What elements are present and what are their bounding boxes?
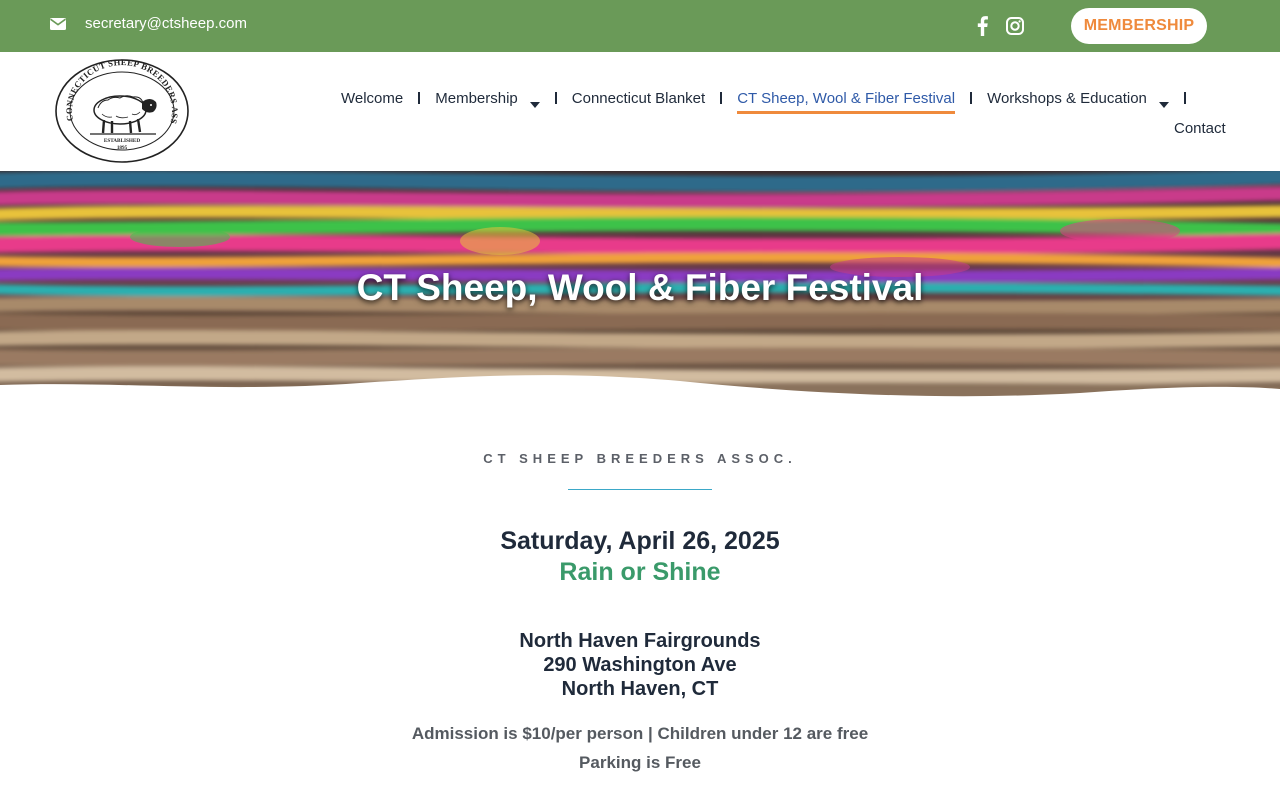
membership-button[interactable]: MEMBERSHIP bbox=[1071, 8, 1207, 44]
nav-welcome[interactable]: Welcome bbox=[341, 86, 403, 110]
nav-membership-label: Membership bbox=[435, 89, 518, 107]
nav-welcome-label: Welcome bbox=[341, 89, 404, 107]
nav-connecticut-blanket[interactable]: Connecticut Blanket bbox=[572, 86, 705, 110]
site-header: CONNECTICUT SHEEP BREEDERS ASSOCIATION, … bbox=[0, 50, 1280, 171]
venue-street: 290 Washington Ave bbox=[543, 654, 737, 676]
nav-contact[interactable]: Contact bbox=[1174, 116, 1226, 140]
association-logo[interactable]: CONNECTICUT SHEEP BREEDERS ASSOCIATION, … bbox=[50, 50, 190, 164]
nav-contact-label: Contact bbox=[1174, 119, 1226, 137]
weather-note: Rain or Shine bbox=[559, 558, 721, 586]
caret-down-icon bbox=[529, 95, 540, 108]
nav-blanket-label: Connecticut Blanket bbox=[571, 89, 706, 107]
nav-separator bbox=[554, 92, 557, 104]
caret-down-icon bbox=[1158, 95, 1169, 108]
email-text: secretary@ctsheep.com bbox=[85, 15, 247, 32]
nav-separator bbox=[1183, 92, 1186, 104]
hero-banner: CT Sheep, Wool & Fiber Festival bbox=[0, 171, 1280, 411]
email-link[interactable]: secretary@ctsheep.com bbox=[50, 15, 247, 32]
facebook-icon[interactable] bbox=[971, 15, 993, 37]
parking-info: Parking is Free bbox=[579, 753, 701, 772]
nav-workshops-label: Workshops & Education bbox=[987, 89, 1147, 107]
envelope-icon bbox=[50, 17, 66, 31]
svg-text:1895: 1895 bbox=[117, 145, 128, 151]
venue-city: North Haven, CT bbox=[561, 678, 719, 700]
nav-membership[interactable]: Membership bbox=[435, 86, 540, 110]
svg-text:ESTABLISHED: ESTABLISHED bbox=[104, 138, 140, 144]
instagram-icon[interactable] bbox=[1004, 15, 1026, 37]
event-date: Saturday, April 26, 2025 bbox=[500, 527, 780, 555]
top-bar: secretary@ctsheep.com MEMBERSHIP bbox=[0, 0, 1280, 52]
nav-festival-label: CT Sheep, Wool & Fiber Festival bbox=[737, 89, 956, 107]
nav-separator bbox=[720, 92, 723, 104]
nav-workshops[interactable]: Workshops & Education bbox=[987, 86, 1169, 110]
venue-address: North Haven Fairgrounds 290 Washington A… bbox=[0, 629, 1280, 701]
section-divider bbox=[568, 489, 712, 490]
nav-separator bbox=[418, 92, 421, 104]
admission-info: Admission is $10/per person | Children u… bbox=[411, 724, 869, 743]
hero-title: CT Sheep, Wool & Fiber Festival bbox=[356, 267, 924, 308]
main-nav: Welcome Membership Connecticut Blanket C… bbox=[341, 86, 1201, 114]
nav-separator bbox=[970, 92, 973, 104]
section-eyebrow: CT SHEEP BREEDERS ASSOC. bbox=[483, 451, 797, 466]
venue-name: North Haven Fairgrounds bbox=[519, 630, 761, 652]
nav-festival[interactable]: CT Sheep, Wool & Fiber Festival bbox=[737, 86, 956, 114]
